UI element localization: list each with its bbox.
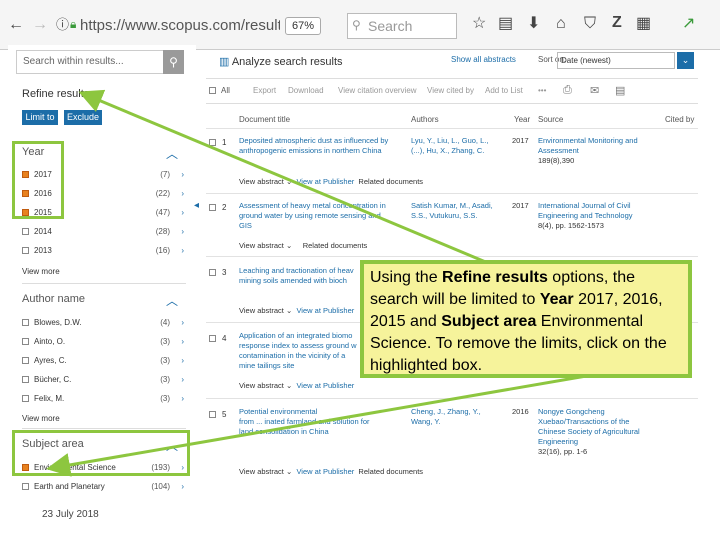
slide-date: 23 July 2018	[42, 509, 99, 520]
instruction-callout: Using the Refine results options, the se…	[360, 260, 692, 378]
arrow-to-refine-results	[78, 89, 501, 270]
arrow-to-subject-area	[46, 372, 599, 477]
